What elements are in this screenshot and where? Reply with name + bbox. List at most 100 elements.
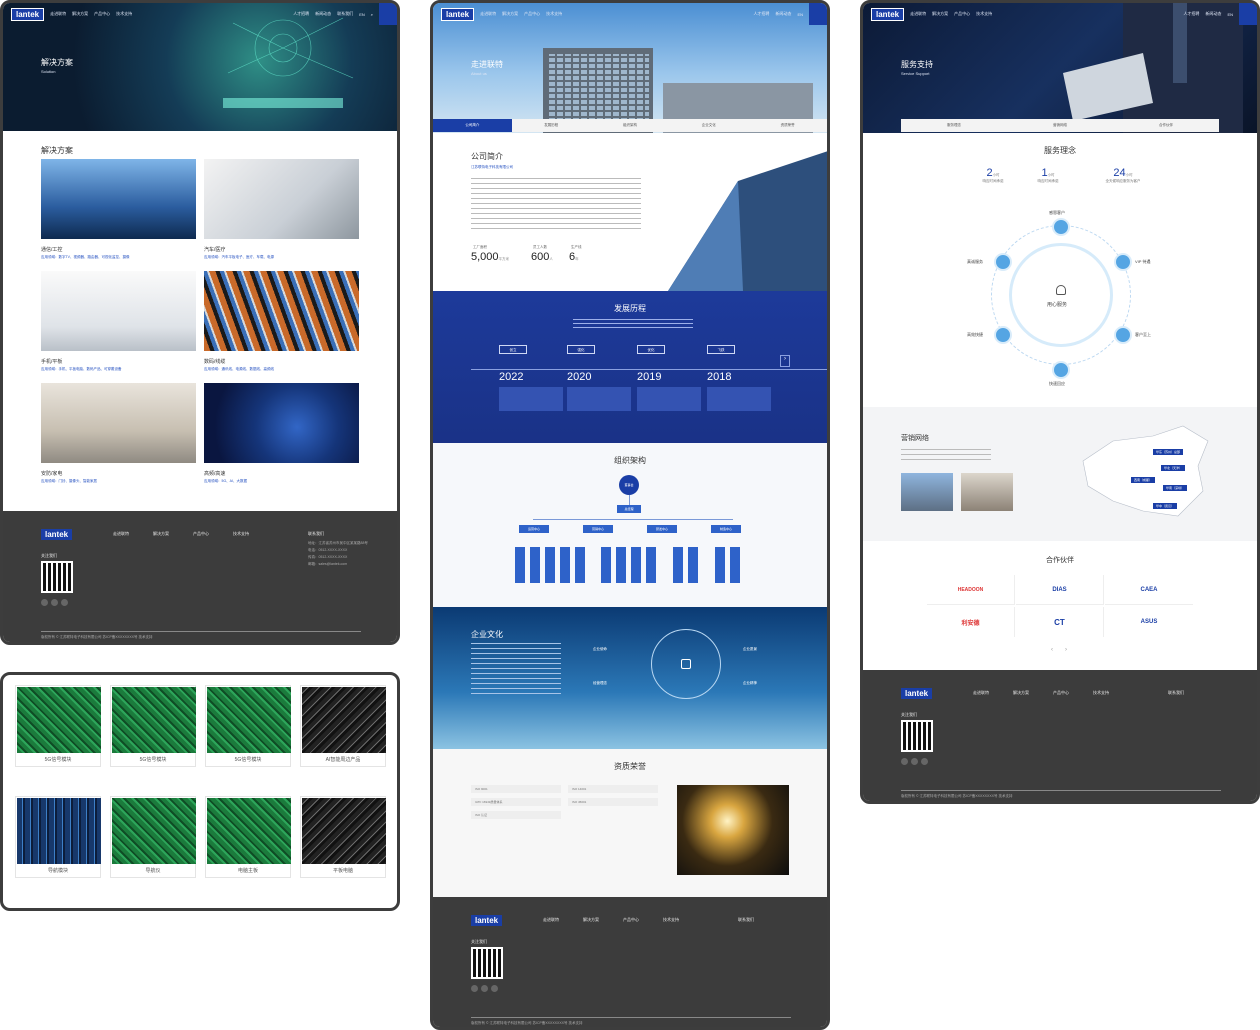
lang-switch[interactable]: EN (797, 12, 803, 17)
partner-logo[interactable]: ASUS (1105, 607, 1193, 637)
tab-honor[interactable]: 资质荣誉 (748, 119, 827, 132)
nav-item-products[interactable]: 产品中心 (954, 11, 970, 17)
menu-icon[interactable] (379, 3, 397, 25)
solution-name[interactable]: 通信/工控 (41, 246, 62, 253)
menu-icon[interactable] (1239, 3, 1257, 25)
brand-logo[interactable]: lantek (11, 7, 45, 21)
qq-icon[interactable] (61, 599, 68, 606)
map-tag[interactable]: 华中（武汉） (1153, 503, 1178, 509)
menu-icon[interactable] (809, 3, 827, 25)
site-footer: lantek 关注我们 走进联特 解决方案 产品中心 技术支持 联系我们 版权所… (433, 897, 827, 1027)
solution-image-5g[interactable] (204, 383, 359, 463)
history-tag[interactable]: 优化 (637, 345, 665, 354)
map-tag[interactable]: 华南（深圳） (1163, 485, 1188, 491)
footer-logo[interactable]: lantek (901, 688, 933, 699)
wechat-icon[interactable] (901, 758, 908, 765)
partner-logo[interactable]: DIAS (1016, 575, 1104, 605)
honor-item[interactable]: ISO 9001 (471, 785, 561, 793)
history-tag[interactable]: 创立 (499, 345, 527, 354)
solution-image-telecom[interactable] (41, 159, 196, 239)
lang-switch[interactable]: EN (359, 12, 365, 17)
ring-node-icon[interactable] (1114, 326, 1132, 344)
partner-logo[interactable]: HEADOON (927, 575, 1015, 605)
solution-image-auto-medical[interactable] (204, 159, 359, 239)
honor-item[interactable]: ISO 认证 (471, 811, 561, 819)
qq-icon[interactable] (491, 985, 498, 992)
solution-name[interactable]: 汽车/医疗 (204, 246, 225, 253)
weibo-icon[interactable] (911, 758, 918, 765)
map-tag[interactable]: 西南（成都） (1131, 477, 1156, 483)
map-tag[interactable]: 华东（苏州）总部 (1153, 449, 1184, 455)
ring-node-icon[interactable] (1052, 361, 1070, 379)
qq-icon[interactable] (921, 758, 928, 765)
wechat-icon[interactable] (41, 599, 48, 606)
nav-item-about[interactable]: 走进联特 (480, 11, 496, 17)
solution-name[interactable]: 手机/平板 (41, 358, 62, 365)
tab-network[interactable]: 营销网络 (1007, 119, 1113, 132)
prev-arrow-icon[interactable]: ‹ (1051, 647, 1053, 653)
tab-concept[interactable]: 服务理念 (901, 119, 1007, 132)
next-arrow-icon[interactable]: › (1065, 647, 1067, 653)
product-card[interactable]: 导航仪 (110, 796, 196, 878)
ring-node-icon[interactable] (994, 253, 1012, 271)
nav-item-support[interactable]: 技术支持 (116, 11, 132, 17)
product-card[interactable]: 导航模块 (15, 796, 101, 878)
ring-node-icon[interactable] (1052, 218, 1070, 236)
nav-item-news[interactable]: 新闻动态 (315, 11, 331, 17)
product-card[interactable]: 平板电脑 (300, 796, 386, 878)
nav-item-solutions[interactable]: 解决方案 (932, 11, 948, 17)
nav-item-support[interactable]: 技术支持 (976, 11, 992, 17)
tab-history[interactable]: 发展历程 (512, 119, 591, 132)
product-card[interactable]: AI智能周边产品 (300, 685, 386, 767)
brand-logo[interactable]: lantek (441, 7, 475, 21)
lang-switch[interactable]: EN (1227, 12, 1233, 17)
tab-partners[interactable]: 合作伙伴 (1113, 119, 1219, 132)
nav-item-news[interactable]: 新闻动态 (1205, 11, 1221, 17)
product-card[interactable]: 5G信号模块 (205, 685, 291, 767)
nav-item-solutions[interactable]: 解决方案 (502, 11, 518, 17)
product-card[interactable]: 5G信号模块 (110, 685, 196, 767)
tab-intro[interactable]: 公司简介 (433, 119, 512, 132)
org-board: 董事会 (619, 475, 639, 495)
map-tag[interactable]: 华北（天津） (1161, 465, 1186, 471)
weibo-icon[interactable] (481, 985, 488, 992)
nav-item-jobs[interactable]: 人才招聘 (753, 11, 769, 17)
tab-culture[interactable]: 企业文化 (669, 119, 748, 132)
solution-image-cable[interactable] (204, 271, 359, 351)
nav-item-support[interactable]: 技术支持 (546, 11, 562, 17)
honor-item[interactable]: IATF 16949质量体系 (471, 798, 561, 806)
nav-item-about[interactable]: 走进联特 (910, 11, 926, 17)
honor-item[interactable]: ISO 14001 (568, 785, 658, 793)
footer-logo[interactable]: lantek (41, 529, 73, 540)
footer-logo[interactable]: lantek (471, 915, 503, 926)
tab-org[interactable]: 组织架构 (591, 119, 670, 132)
weibo-icon[interactable] (51, 599, 58, 606)
partner-logo[interactable]: 利安德 (927, 607, 1015, 637)
nav-item-contact[interactable]: 联系我们 (337, 11, 353, 17)
nav-item-news[interactable]: 新闻动态 (775, 11, 791, 17)
brand-logo[interactable]: lantek (871, 7, 905, 21)
solution-name[interactable]: 数码/线缆 (204, 358, 225, 365)
ring-node-icon[interactable] (1114, 253, 1132, 271)
partner-logo[interactable]: CT (1016, 607, 1104, 637)
product-card[interactable]: 5G信号模块 (15, 685, 101, 767)
nav-item-solutions[interactable]: 解决方案 (72, 11, 88, 17)
solution-name[interactable]: 安防/家电 (41, 470, 62, 477)
solution-image-mobile[interactable] (41, 271, 196, 351)
history-tag[interactable]: 强化 (567, 345, 595, 354)
partner-logo[interactable]: CAEA (1105, 575, 1193, 605)
nav-item-about[interactable]: 走进联特 (50, 11, 66, 17)
history-tag[interactable]: 飞跃 (707, 345, 735, 354)
nav-item-products[interactable]: 产品中心 (94, 11, 110, 17)
honor-item[interactable]: ISO 45001 (568, 798, 658, 806)
nav-item-jobs[interactable]: 人才招聘 (293, 11, 309, 17)
product-card[interactable]: 电脑主板 (205, 796, 291, 878)
ring-node-icon[interactable] (994, 326, 1012, 344)
solution-name[interactable]: 高频/高速 (204, 470, 225, 477)
nav-item-jobs[interactable]: 人才招聘 (1183, 11, 1199, 17)
solution-image-home[interactable] (41, 383, 196, 463)
search-icon[interactable]: ⌕ (371, 12, 373, 17)
nav-item-products[interactable]: 产品中心 (524, 11, 540, 17)
wechat-icon[interactable] (471, 985, 478, 992)
next-arrow-icon[interactable]: › (780, 355, 790, 367)
